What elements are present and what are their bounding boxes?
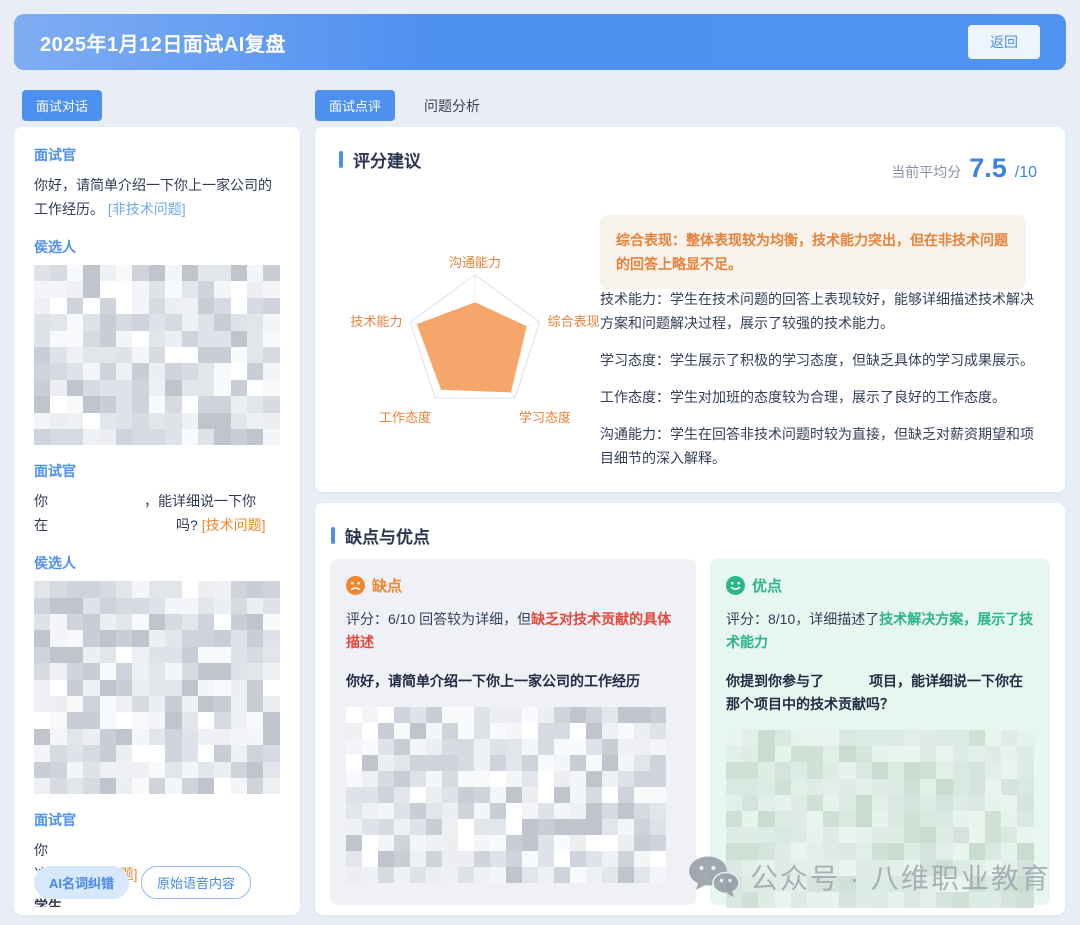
eval-communication: 沟通能力：学生在回答非技术问题时较为直接，但缺乏对薪资期望和项目细节的深入解释。 [600, 422, 1040, 470]
cons-label: 缺点 [372, 575, 402, 596]
tab-interview-review[interactable]: 面试点评 [315, 90, 395, 121]
censored-pros-answer [726, 730, 1034, 908]
pros-label: 优点 [752, 575, 782, 596]
censored-candidate-answer-2 [34, 581, 280, 794]
question-text: 你提到你参与了 [726, 673, 824, 689]
pros-score-line: 评分：8/10，详细描述了技术解决方案，展示了技术能力 [726, 608, 1034, 654]
chat-footer: AI名词纠错 原始语音内容 [34, 866, 251, 899]
svg-text:沟通能力: 沟通能力 [449, 255, 501, 270]
ai-term-correction-button[interactable]: AI名词纠错 [34, 866, 129, 899]
message-text: 你 [34, 842, 48, 858]
chat-panel: 面试官 你好，请简单介绍一下你上一家公司的工作经历。 [非技术问题] 侯选人 面… [14, 127, 300, 915]
smile-face-icon [726, 576, 745, 595]
average-score-denominator: /10 [1015, 164, 1037, 182]
svg-text:综合表现: 综合表现 [548, 314, 600, 329]
eval-technical: 技术能力：学生在技术问题的回答上表现较好，能够详细描述技术解决方案和问题解决过程… [600, 287, 1040, 335]
ability-radar-chart: 沟通能力综合表现学习态度 工作态度 技术能力 [337, 231, 617, 441]
cons-header: 缺点 [346, 575, 680, 596]
censored-cons-answer [346, 707, 666, 883]
candidate-label: 侯选人 [34, 237, 280, 257]
original-audio-button[interactable]: 原始语音内容 [141, 866, 251, 899]
interviewer-message-1: 你好，请简单介绍一下你上一家公司的工作经历。 [非技术问题] [34, 173, 280, 221]
svg-text:学习态度: 学习态度 [519, 410, 571, 425]
back-button[interactable]: 返回 [968, 25, 1040, 59]
message-text: ，能详细说一下你 [144, 493, 256, 509]
cons-question: 你好，请简单介绍一下你上一家公司的工作经历 [346, 670, 680, 693]
tab-problem-analysis[interactable]: 问题分析 [424, 96, 480, 116]
pros-header: 优点 [726, 575, 1034, 596]
evaluation-paragraphs: 技术能力：学生在技术问题的回答上表现较好，能够详细描述技术解决方案和问题解决过程… [600, 287, 1040, 483]
page-header: 2025年1月12日面试AI复盘 返回 [14, 14, 1066, 70]
score-text: 评分：6/10 回答较为详细，但 [346, 611, 531, 627]
message-text: 你 [34, 493, 48, 509]
candidate-label: 侯选人 [34, 553, 280, 573]
overall-summary-callout: 综合表现：整体表现较为均衡，技术能力突出，但在非技术问题的回答上略显不足。 [600, 215, 1026, 289]
score-text: 评分：8/10，详细描述了 [726, 611, 879, 627]
cons-score-line: 评分：6/10 回答较为详细，但缺乏对技术贡献的具体描述 [346, 608, 680, 654]
svg-text:工作态度: 工作态度 [379, 410, 431, 425]
interviewer-label: 面试官 [34, 461, 280, 481]
pros-cons-panel: 缺点与优点 缺点 评分：6/10 回答较为详细，但缺乏对技术贡献的具体描述 你好… [315, 503, 1065, 915]
section-title-text: 缺点与优点 [345, 523, 430, 548]
average-score: 当前平均分 7.5 /10 [891, 153, 1037, 184]
frown-face-icon [346, 576, 365, 595]
cons-card: 缺点 评分：6/10 回答较为详细，但缺乏对技术贡献的具体描述 你好，请简单介绍… [330, 559, 696, 905]
svg-text:技术能力: 技术能力 [350, 314, 402, 329]
interviewer-label: 面试官 [34, 810, 280, 830]
average-score-value: 7.5 [969, 153, 1007, 184]
technical-tag: [技术问题] [202, 517, 266, 533]
score-panel: 评分建议 当前平均分 7.5 /10 沟通能力综合表现学习态度工作态度技术能力 … [315, 127, 1065, 492]
section-bar-icon [339, 151, 343, 168]
page-title: 2025年1月12日面试AI复盘 [40, 28, 286, 57]
non-technical-tag: [非技术问题] [108, 201, 186, 217]
eval-work: 工作态度：学生对加班的态度较为合理，展示了良好的工作态度。 [600, 385, 1040, 409]
pros-card: 优点 评分：8/10，详细描述了技术解决方案，展示了技术能力 你提到你参与了项目… [710, 559, 1050, 905]
interviewer-label: 面试官 [34, 145, 280, 165]
radar-chart-svg: 沟通能力综合表现学习态度 工作态度 技术能力 [337, 231, 617, 441]
section-bar-icon [331, 527, 335, 544]
pros-cons-section-title: 缺点与优点 [331, 523, 1049, 548]
average-score-label: 当前平均分 [891, 162, 961, 182]
section-title-text: 评分建议 [353, 147, 421, 172]
message-text: 吗? [176, 517, 198, 533]
tab-interview-dialog[interactable]: 面试对话 [22, 90, 102, 121]
interviewer-message-2: 你 ，能详细说一下你 在 吗? [技术问题] [34, 489, 280, 537]
message-text: 在 [34, 517, 48, 533]
eval-learning: 学习态度：学生展示了积极的学习态度，但缺乏具体的学习成果展示。 [600, 348, 1040, 372]
pros-question: 你提到你参与了项目，能详细说一下你在那个项目中的技术贡献吗？ [726, 670, 1034, 716]
censored-candidate-answer-1 [34, 265, 280, 445]
